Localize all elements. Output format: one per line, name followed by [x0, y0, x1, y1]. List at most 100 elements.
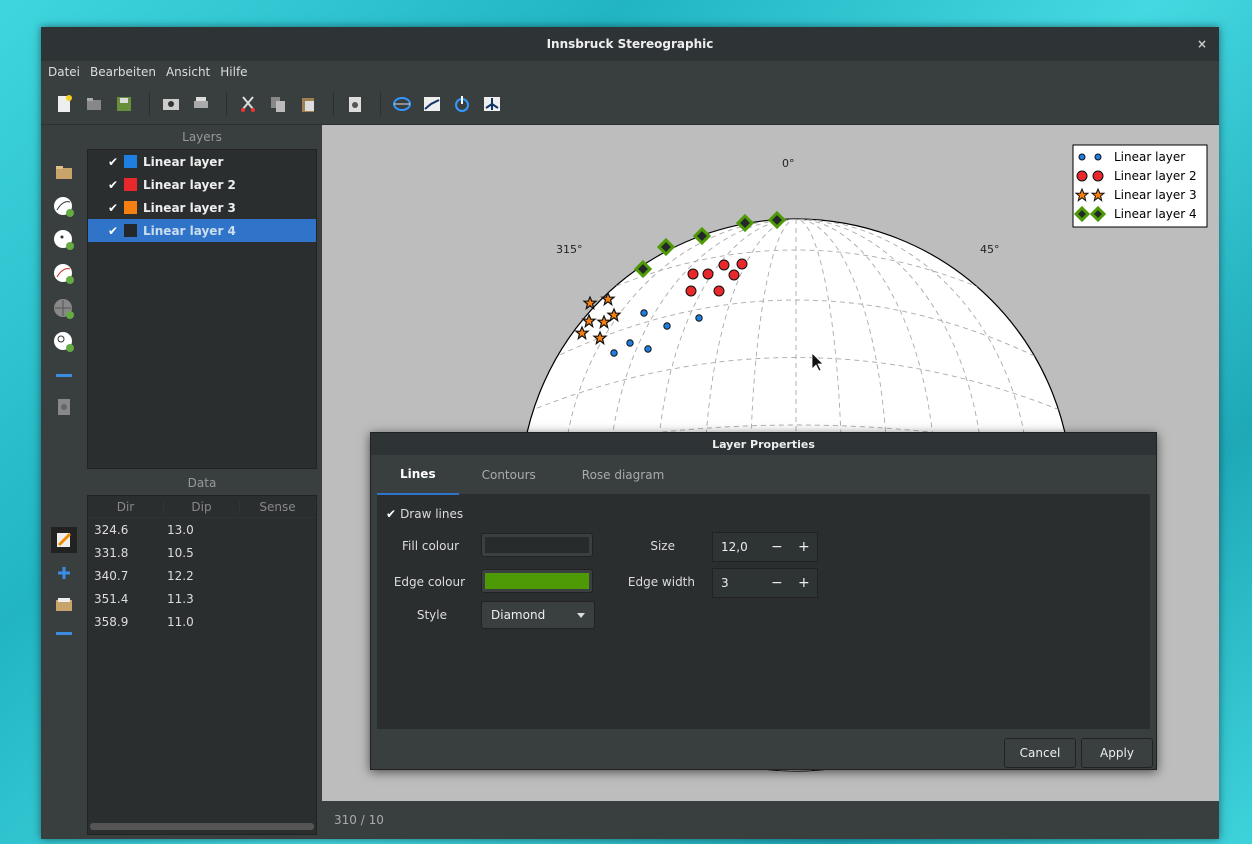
layer-item-4[interactable]: ✔ Linear layer 4	[88, 219, 316, 242]
add-line-layer-icon[interactable]	[53, 229, 75, 251]
apply-button[interactable]: Apply	[1081, 738, 1153, 768]
data-panel-title: Data	[187, 476, 217, 490]
legend-item-2: Linear layer 2	[1114, 169, 1197, 183]
cell-dir[interactable]: 340.7	[88, 569, 161, 583]
label-ne: 45°	[980, 243, 1000, 256]
label-nw: 315°	[556, 243, 583, 256]
app-window: Innsbruck Stereographic × Datei Bearbeit…	[41, 27, 1219, 839]
fisher-icon[interactable]	[479, 91, 505, 117]
cell-dip[interactable]: 11.3	[161, 592, 234, 606]
cell-dip[interactable]: 13.0	[161, 523, 234, 537]
tab-lines[interactable]: Lines	[377, 455, 459, 495]
legend-item-4: Linear layer 4	[1114, 207, 1197, 221]
layer-item-1[interactable]: ✔ Linear layer	[88, 150, 316, 173]
size-value[interactable]: 12,0	[721, 540, 748, 554]
print-icon[interactable]	[188, 91, 214, 117]
size-label: Size	[650, 539, 675, 553]
layer-item-2[interactable]: ✔ Linear layer 2	[88, 173, 316, 196]
menu-hilfe[interactable]: Hilfe	[220, 65, 247, 79]
add-rose-layer-icon[interactable]	[53, 298, 75, 320]
cell-dip[interactable]: 10.5	[161, 546, 234, 560]
cell-dip[interactable]: 12.2	[161, 569, 234, 583]
column-sense[interactable]: Sense	[240, 499, 316, 514]
fill-colour-preview	[485, 537, 589, 553]
layers-list: ✔ Linear layer ✔ Linear layer 2 ✔ Linear la…	[87, 149, 317, 469]
remove-row-icon[interactable]	[53, 623, 75, 645]
menu-bearbeiten[interactable]: Bearbeiten	[90, 65, 156, 79]
cell-dip[interactable]: 11.0	[161, 615, 234, 629]
table-row[interactable]: 358.9 11.0	[88, 610, 316, 633]
table-row[interactable]: 340.7 12.2	[88, 564, 316, 587]
net-icon[interactable]	[389, 91, 415, 117]
menu-datei[interactable]: Datei	[48, 65, 80, 79]
cell-dir[interactable]: 358.9	[88, 615, 161, 629]
close-icon[interactable]: ×	[1197, 37, 1207, 51]
layer-color-swatch	[124, 201, 137, 214]
checkbox-icon[interactable]: ✔	[108, 225, 120, 237]
layers-panel-title: Layers	[182, 130, 222, 144]
open-folder-icon[interactable]	[81, 91, 107, 117]
add-small-circle-icon[interactable]	[53, 331, 75, 353]
layer-label: Linear layer	[143, 154, 224, 169]
draw-lines-label: Draw lines	[400, 507, 464, 521]
rotate-icon[interactable]	[449, 91, 475, 117]
copy-icon[interactable]	[265, 91, 291, 117]
checkbox-icon[interactable]: ✔	[108, 202, 120, 214]
dialog-title: Layer Properties	[371, 433, 1156, 455]
cancel-button[interactable]: Cancel	[1004, 738, 1076, 768]
new-file-icon[interactable]	[51, 91, 77, 117]
edge-width-value[interactable]: 3	[721, 576, 729, 590]
add-plane-layer-icon[interactable]	[53, 196, 75, 218]
layer-properties-icon[interactable]	[53, 396, 75, 418]
draw-lines-checkbox[interactable]: ✔ Draw lines	[386, 507, 463, 521]
legend-item-3: Linear layer 3	[1114, 188, 1197, 202]
size-spinner[interactable]: 12,0 − +	[712, 532, 818, 562]
tab-rose-diagram[interactable]: Rose diagram	[559, 455, 688, 495]
style-label: Style	[416, 608, 447, 622]
cut-icon[interactable]	[235, 91, 261, 117]
save-icon[interactable]	[111, 91, 137, 117]
edit-data-icon[interactable]	[51, 527, 77, 553]
window-title: Innsbruck Stereographic	[546, 37, 714, 51]
column-dip[interactable]: Dip	[164, 499, 240, 514]
properties-icon[interactable]	[342, 91, 368, 117]
layer-label: Linear layer 4	[143, 223, 236, 238]
chevron-down-icon	[577, 613, 585, 618]
table-row[interactable]: 331.8 10.5	[88, 541, 316, 564]
menu-ansicht[interactable]: Ansicht	[166, 65, 210, 79]
layer-item-3[interactable]: ✔ Linear layer 3	[88, 196, 316, 219]
column-dir[interactable]: Dir	[88, 499, 164, 514]
edge-width-spinner[interactable]: 3 − +	[712, 568, 818, 598]
cell-dir[interactable]: 331.8	[88, 546, 161, 560]
lines-tab-content: ✔ Draw lines Fill colour Edge colour Sty…	[377, 495, 1150, 729]
import-data-icon[interactable]	[53, 593, 75, 615]
edge-width-plus-button[interactable]: +	[798, 575, 810, 591]
table-row[interactable]: 324.6 13.0	[88, 518, 316, 541]
folder-icon[interactable]	[53, 161, 75, 183]
legend-item-1: Linear layer	[1114, 150, 1185, 164]
add-fault-layer-icon[interactable]	[53, 263, 75, 285]
line-chart-icon[interactable]	[419, 91, 445, 117]
remove-layer-icon[interactable]	[53, 365, 75, 387]
style-dropdown[interactable]: Diamond	[481, 601, 595, 629]
paste-icon[interactable]	[295, 91, 321, 117]
cell-dir[interactable]: 351.4	[88, 592, 161, 606]
layer-label: Linear layer 2	[143, 177, 236, 192]
edge-colour-button[interactable]	[481, 569, 593, 593]
tab-contours[interactable]: Contours	[459, 455, 559, 495]
checkbox-icon[interactable]: ✔	[108, 156, 120, 168]
edge-width-minus-button[interactable]: −	[771, 575, 783, 591]
edge-colour-preview	[485, 573, 589, 589]
toolbar	[41, 83, 1219, 125]
add-row-icon[interactable]	[53, 562, 75, 584]
title-bar: Innsbruck Stereographic ×	[41, 27, 1219, 61]
menu-bar: Datei Bearbeiten Ansicht Hilfe	[41, 61, 1219, 83]
table-row[interactable]: 351.4 11.3	[88, 587, 316, 610]
size-minus-button[interactable]: −	[771, 539, 783, 555]
size-plus-button[interactable]: +	[798, 539, 810, 555]
checkbox-icon[interactable]: ✔	[108, 179, 120, 191]
camera-icon[interactable]	[158, 91, 184, 117]
horizontal-scrollbar[interactable]	[90, 823, 314, 830]
fill-colour-button[interactable]	[481, 533, 593, 557]
cell-dir[interactable]: 324.6	[88, 523, 161, 537]
